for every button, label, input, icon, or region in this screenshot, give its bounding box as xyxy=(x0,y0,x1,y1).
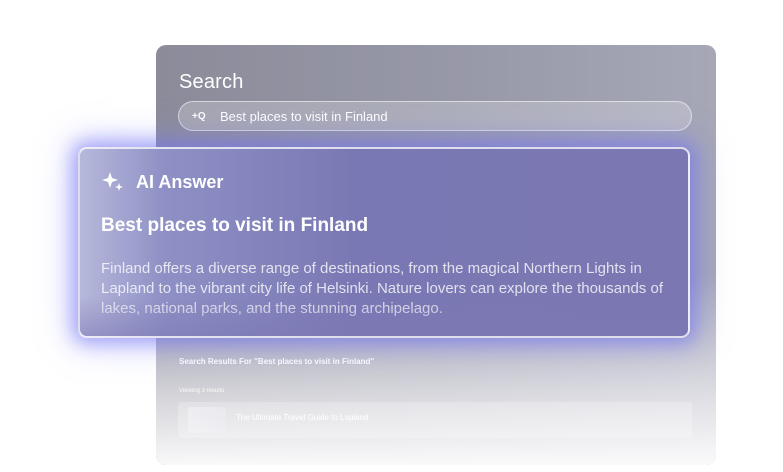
result-title: The Ultimate Travel Guide to Lapland xyxy=(236,413,369,422)
sparkle-icon xyxy=(102,172,123,191)
results-count: Viewing 3 results xyxy=(179,388,225,394)
search-query-text: Best places to visit in Finland xyxy=(220,108,388,124)
search-input[interactable]: +Q Best places to visit in Finland xyxy=(178,101,692,131)
search-title: Search xyxy=(179,71,244,93)
result-item[interactable]: The Ultimate Travel Guide to Lapland xyxy=(178,402,692,438)
ai-answer-header: AI Answer xyxy=(102,171,223,193)
ai-search-icon: +Q xyxy=(192,110,206,122)
ai-answer-label: AI Answer xyxy=(136,171,224,192)
ai-answer-body: Finland offers a diverse range of destin… xyxy=(101,260,663,317)
result-thumbnail xyxy=(188,407,226,433)
ai-answer-heading: Best places to visit in Finland xyxy=(101,215,369,236)
ai-answer-card: AI Answer Best places to visit in Finlan… xyxy=(78,147,690,338)
results-heading: Search Results For "Best places to visit… xyxy=(179,357,375,366)
